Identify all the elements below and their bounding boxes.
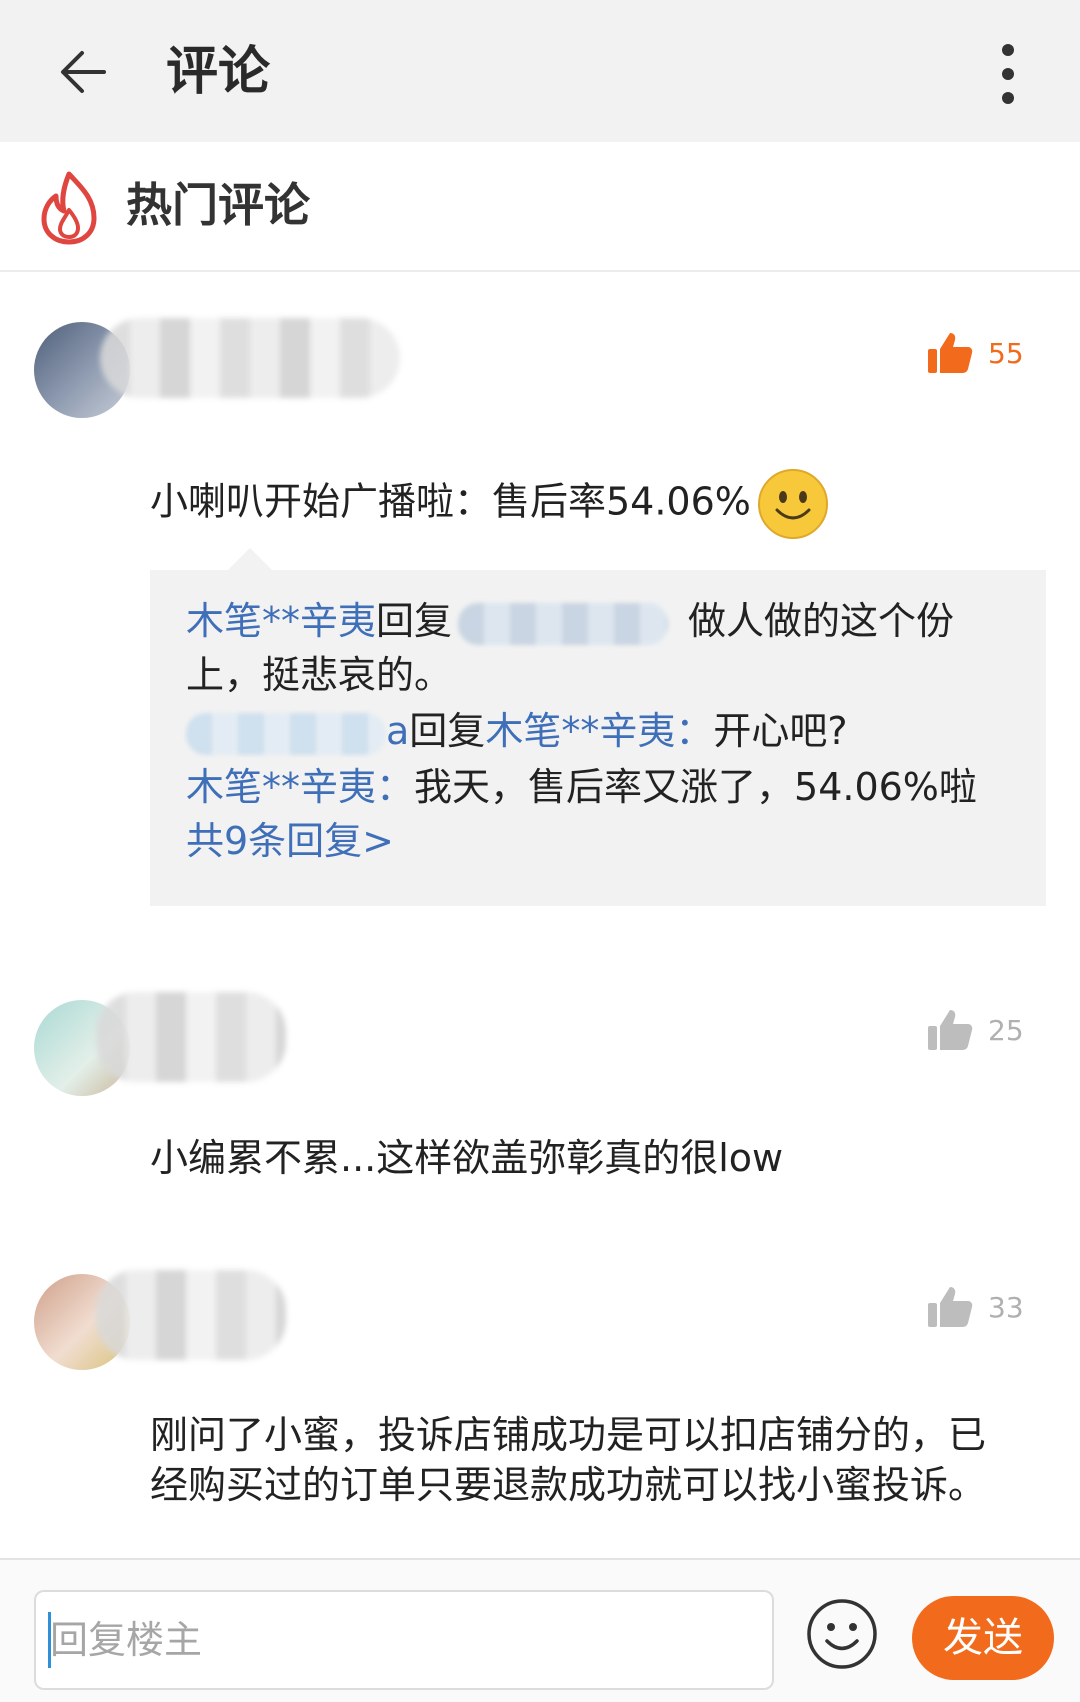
thumbs-up-icon <box>928 1287 973 1327</box>
emoji-icon[interactable] <box>806 1598 878 1670</box>
reply-verb: 回复 <box>376 599 453 643</box>
replies-box: 木笔**辛夷回复 做人做的这个份 上，挺悲哀的。 a回复木笔**辛夷：开心吧? 木… <box>150 548 1046 906</box>
thumbs-up-icon <box>928 1010 973 1050</box>
more-options-icon[interactable] <box>990 36 1026 116</box>
like-button[interactable]: 25 <box>926 1000 1024 1060</box>
comment-body: 小喇叭开始广播啦：售后率54.06% <box>150 479 751 524</box>
blurred-username[interactable] <box>458 602 669 645</box>
username-blurred[interactable] <box>96 992 286 1082</box>
reply-item: a回复木笔**辛夷：开心吧? <box>186 704 848 758</box>
reply-text: 我天，售后率又涨了，54.06%啦 <box>414 765 977 809</box>
back-arrow-icon[interactable] <box>46 32 126 112</box>
view-all-replies-link[interactable]: 共9条回复> <box>186 814 394 868</box>
comment-text-line: 刚问了小蜜，投诉店铺成功是可以扣店铺分的，已 <box>150 1413 987 1457</box>
comment-text: 刚问了小蜜，投诉店铺成功是可以扣店铺分的，已 经购买过的订单只要退款成功就可以找… <box>150 1410 986 1510</box>
send-button[interactable]: 发送 <box>912 1596 1054 1680</box>
blurred-username[interactable] <box>186 712 386 755</box>
hot-comments-header: 热门评论 <box>0 142 1080 272</box>
comment-text-line: 经购买过的订单只要退款成功就可以找小蜜投诉。 <box>150 1463 987 1507</box>
like-count: 25 <box>988 1013 1024 1047</box>
reply-username[interactable]: 木笔**辛夷： <box>186 765 414 809</box>
reply-target[interactable]: 木笔**辛夷： <box>485 709 713 753</box>
reply-username[interactable]: 木笔**辛夷 <box>186 599 376 643</box>
like-count: 33 <box>988 1290 1024 1324</box>
username-blurred[interactable] <box>100 318 400 398</box>
like-count: 55 <box>988 336 1024 370</box>
smile-emoji-icon <box>757 469 828 539</box>
username-blurred[interactable] <box>96 1270 286 1360</box>
like-button[interactable]: 55 <box>926 323 1024 383</box>
reply-text: 开心吧? <box>713 709 848 753</box>
bottom-reply-bar: 发送 <box>0 1558 1080 1702</box>
like-button[interactable]: 33 <box>926 1277 1024 1337</box>
hot-comments-title: 热门评论 <box>126 178 310 232</box>
reply-input[interactable] <box>34 1590 774 1690</box>
reply-item-continued: 上，挺悲哀的。 <box>186 653 453 697</box>
reply-verb: 回复 <box>409 709 486 753</box>
reply-item: 木笔**辛夷：我天，售后率又涨了，54.06%啦 <box>186 760 977 814</box>
comment-text: 小喇叭开始广播啦：售后率54.06% <box>150 468 829 540</box>
reply-text: 做人做的这个份 <box>688 599 955 643</box>
top-bar: 评论 <box>0 0 1080 142</box>
text-cursor <box>48 1612 51 1668</box>
comment-text: 小编累不累...这样欲盖弥彰真的很low <box>150 1136 784 1180</box>
reply-username-suffix[interactable]: a <box>386 709 409 753</box>
fire-icon <box>41 171 97 245</box>
thumbs-up-icon <box>928 333 973 373</box>
page-title: 评论 <box>166 42 271 102</box>
reply-item: 木笔**辛夷回复 做人做的这个份 <box>186 594 954 648</box>
